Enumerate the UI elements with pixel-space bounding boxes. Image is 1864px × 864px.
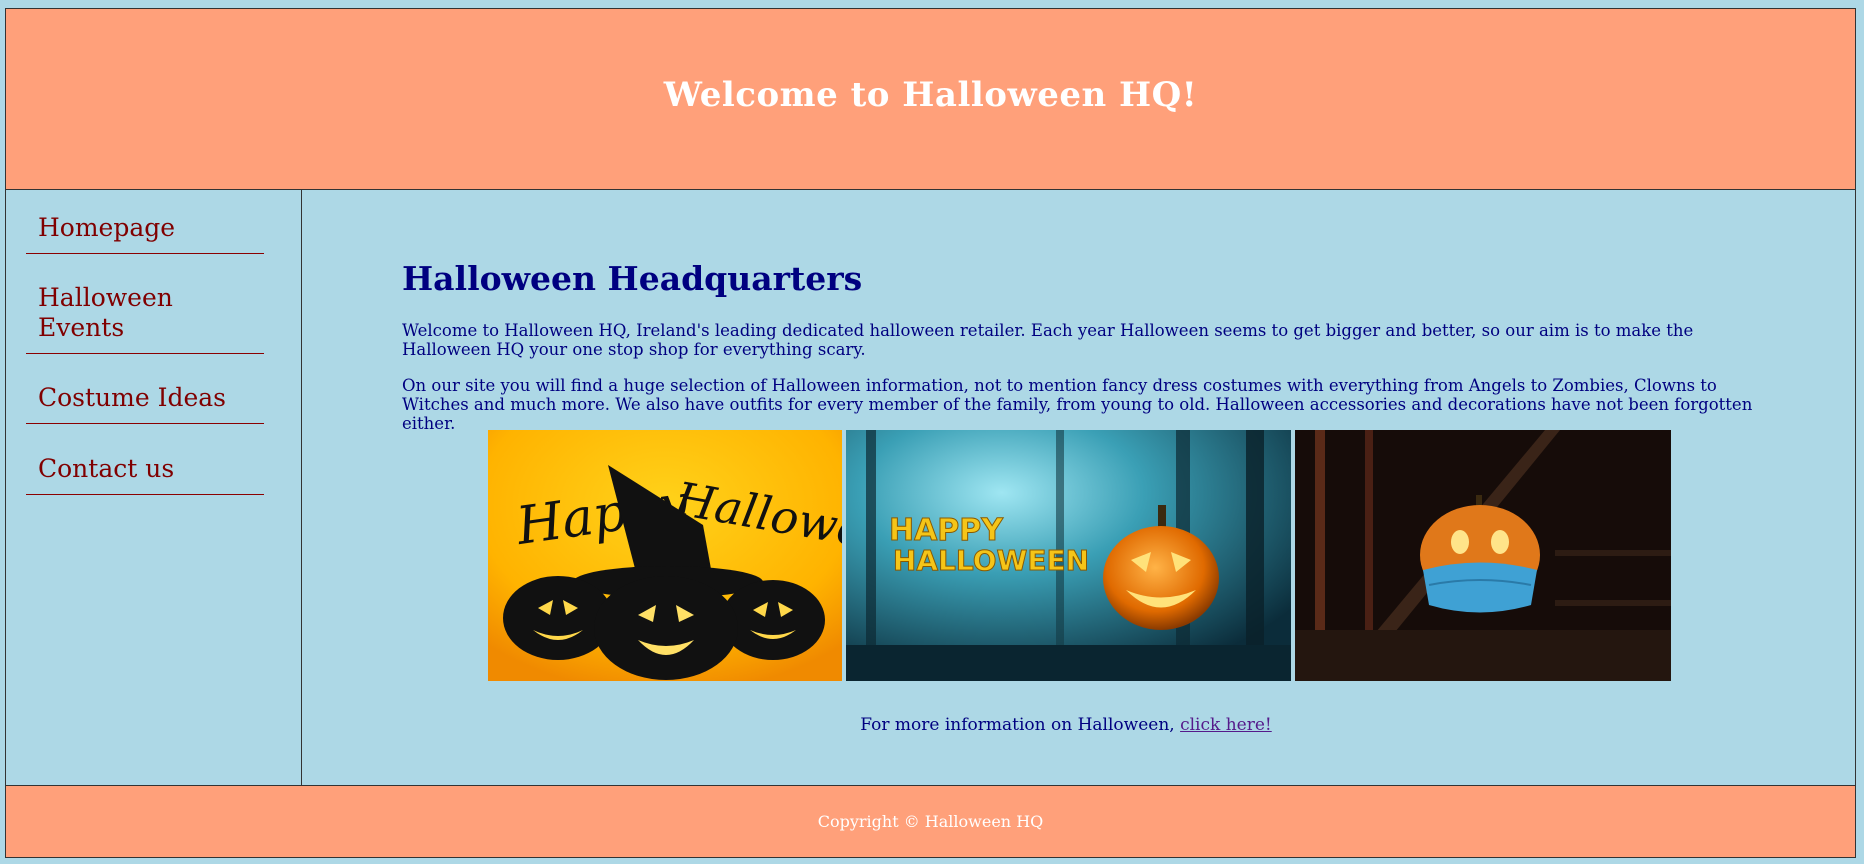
happy-halloween-pumpkins-image: Happy Halloween bbox=[488, 430, 842, 681]
selection-paragraph: On our site you will find a huge selecti… bbox=[402, 376, 1753, 433]
copyright-text: Copyright © Halloween HQ bbox=[817, 812, 1044, 831]
nav-item-costume-ideas: Costume Ideas bbox=[26, 383, 264, 424]
intro-paragraph: Welcome to Halloween HQ, Ireland's leadi… bbox=[402, 321, 1694, 359]
click-here-link[interactable]: click here! bbox=[1180, 715, 1272, 735]
nav-link-halloween-events[interactable]: Halloween Events bbox=[26, 283, 188, 353]
more-info-text: For more information on Halloween, bbox=[860, 715, 1181, 735]
nav-link-contact-us[interactable]: Contact us bbox=[26, 454, 264, 494]
svg-text:HALLOWEEN: HALLOWEEN bbox=[893, 544, 1089, 577]
sidebar-nav: Homepage Halloween Events Costume Ideas … bbox=[5, 189, 302, 786]
more-info-line: For more information on Halloween, click… bbox=[302, 715, 1644, 735]
nav-link-homepage[interactable]: Homepage bbox=[26, 213, 264, 253]
nav-item-contact-us: Contact us bbox=[26, 454, 264, 495]
site-header: Welcome to Halloween HQ! bbox=[5, 8, 1856, 190]
nav-item-homepage: Homepage bbox=[26, 213, 264, 254]
masked-pumpkin-image bbox=[1295, 430, 1671, 681]
nav-link-costume-ideas[interactable]: Costume Ideas bbox=[26, 383, 264, 423]
site-title: Welcome to Halloween HQ! bbox=[663, 75, 1198, 115]
site-footer: Copyright © Halloween HQ bbox=[5, 785, 1856, 858]
haunted-forest-pumpkin-image: HAPPY HALLOWEEN bbox=[846, 430, 1291, 681]
page-title: Halloween Headquarters bbox=[402, 259, 863, 298]
main-content: Halloween Headquarters Welcome to Hallow… bbox=[302, 189, 1856, 786]
nav-item-halloween-events: Halloween Events bbox=[26, 283, 264, 354]
image-gallery: Happy Halloween HAPPY HALLOWEEN bbox=[488, 430, 1671, 681]
svg-text:HAPPY: HAPPY bbox=[889, 513, 1004, 548]
